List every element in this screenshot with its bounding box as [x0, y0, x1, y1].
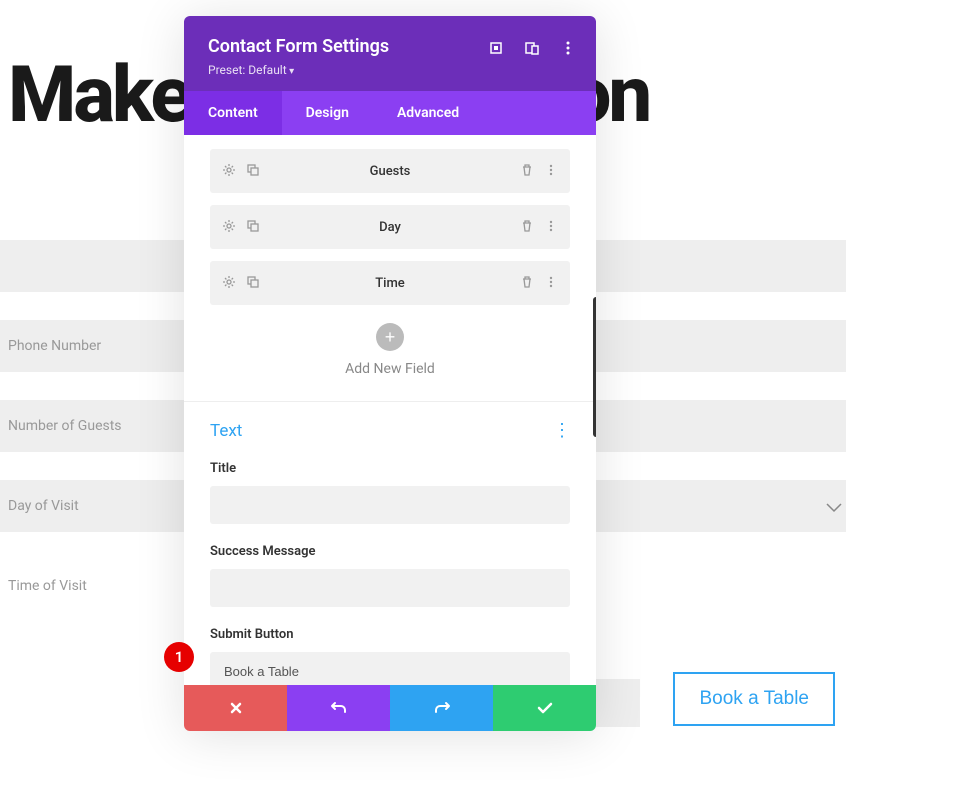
more-icon[interactable]: [560, 40, 576, 56]
gear-icon[interactable]: [222, 274, 236, 293]
modal-tabs: Content Design Advanced: [184, 91, 596, 135]
gear-icon[interactable]: [222, 218, 236, 237]
trash-icon[interactable]: [520, 274, 534, 293]
field-row-day[interactable]: Day: [210, 205, 570, 249]
bg-visit-label: Day of Visit: [8, 498, 79, 514]
modal-footer: [184, 685, 596, 731]
gear-icon[interactable]: [222, 162, 236, 181]
more-icon[interactable]: [544, 274, 558, 293]
dropdown-arrow-icon: [826, 498, 842, 517]
text-section-title[interactable]: Text: [210, 421, 242, 441]
settings-modal: Contact Form Settings Preset: Default Co…: [184, 16, 596, 731]
add-field-label: Add New Field: [210, 361, 570, 377]
responsive-icon[interactable]: [524, 40, 540, 56]
success-input[interactable]: [210, 569, 570, 607]
field-label: Day: [260, 220, 520, 235]
redo-button[interactable]: [390, 685, 493, 731]
modal-header: Contact Form Settings Preset: Default: [184, 16, 596, 91]
tab-design[interactable]: Design: [282, 91, 373, 135]
more-icon[interactable]: [544, 218, 558, 237]
title-label: Title: [210, 461, 570, 476]
bg-field-stub: [590, 679, 640, 727]
bg-time-label: Time of Visit: [8, 578, 87, 594]
divider: [184, 401, 596, 402]
field-label: Time: [260, 276, 520, 291]
duplicate-icon[interactable]: [246, 162, 260, 181]
trash-icon[interactable]: [520, 162, 534, 181]
undo-button[interactable]: [287, 685, 390, 731]
duplicate-icon[interactable]: [246, 274, 260, 293]
bg-phone-label: Phone Number: [8, 338, 101, 354]
field-row-guests[interactable]: Guests: [210, 149, 570, 193]
bg-time-field[interactable]: Time of Visit: [0, 560, 138, 612]
modal-preset[interactable]: Preset: Default: [208, 63, 572, 77]
success-label: Success Message: [210, 544, 570, 559]
title-input[interactable]: [210, 486, 570, 524]
add-field-section: + Add New Field: [210, 323, 570, 377]
submit-label: Submit Button: [210, 627, 570, 642]
tab-advanced[interactable]: Advanced: [373, 91, 483, 135]
expand-icon[interactable]: [488, 40, 504, 56]
submit-input[interactable]: [210, 652, 570, 685]
section-more-icon[interactable]: ⋮: [553, 420, 570, 441]
scrollbar[interactable]: [593, 297, 596, 437]
page-submit-button[interactable]: Book a Table: [673, 672, 835, 726]
trash-icon[interactable]: [520, 218, 534, 237]
annotation-marker-1: 1: [164, 642, 194, 672]
field-row-time[interactable]: Time: [210, 261, 570, 305]
field-label: Guests: [260, 164, 520, 179]
bg-guests-label: Number of Guests: [8, 418, 122, 434]
modal-body: Guests Day Time: [184, 135, 596, 685]
more-icon[interactable]: [544, 162, 558, 181]
tab-content[interactable]: Content: [184, 91, 282, 135]
duplicate-icon[interactable]: [246, 218, 260, 237]
add-field-button[interactable]: +: [376, 323, 404, 351]
cancel-button[interactable]: [184, 685, 287, 731]
save-button[interactable]: [493, 685, 596, 731]
